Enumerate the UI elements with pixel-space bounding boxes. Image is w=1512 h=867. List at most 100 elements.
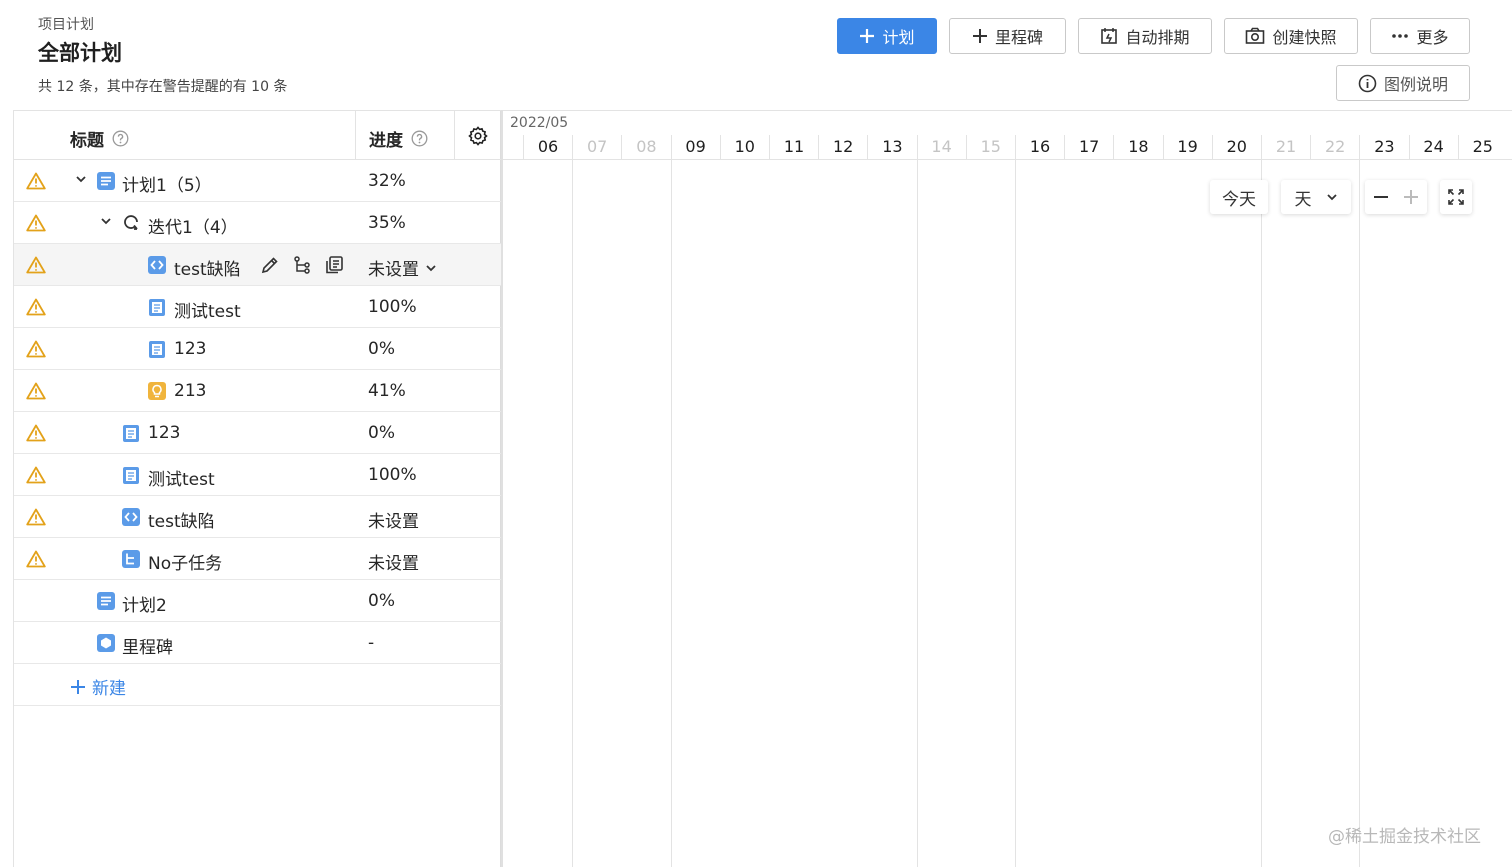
day-cell: 11 (769, 135, 818, 159)
plan-icon (97, 592, 115, 610)
new-item-button[interactable]: 新建 (70, 674, 126, 699)
table-row[interactable]: 里程碑 - (14, 622, 502, 664)
gantt-chart: 2022/05 5 060708091011121314151617181920… (501, 110, 1512, 867)
row-title[interactable]: No子任务 (148, 549, 222, 574)
gear-icon[interactable] (468, 126, 488, 146)
create-snapshot-button[interactable]: 创建快照 (1224, 18, 1358, 54)
zoom-out-icon[interactable] (1373, 189, 1389, 205)
table-row[interactable]: 计划2 0% (14, 580, 502, 622)
day-cell: 15 (965, 135, 1015, 159)
warning-icon (26, 466, 46, 484)
row-title[interactable]: 里程碑 (122, 633, 173, 658)
table-row[interactable]: test缺陷 未设置 (14, 244, 502, 286)
table-row[interactable]: 测试test 100% (14, 454, 502, 496)
row-progress: 未设置 (368, 554, 419, 574)
copy-icon[interactable] (324, 255, 344, 275)
plus-icon (860, 29, 875, 43)
bug-icon (122, 508, 140, 526)
row-title[interactable]: test缺陷 (148, 507, 215, 532)
help-icon[interactable] (411, 130, 428, 147)
add-plan-label: 计划 (882, 28, 915, 47)
auto-schedule-button[interactable]: 自动排期 (1078, 18, 1212, 54)
day-cell: 23 (1359, 135, 1408, 159)
legend-label: 图例说明 (1383, 75, 1448, 94)
task-icon (149, 341, 165, 358)
auto-schedule-label: 自动排期 (1125, 28, 1190, 47)
watermark: @稀土掘金技术社区 (1328, 827, 1481, 847)
column-title[interactable]: 标题 (70, 126, 129, 151)
day-cell: 21 (1261, 135, 1310, 159)
info-icon (1358, 74, 1377, 92)
zoom-controls (1365, 180, 1427, 214)
grid-line (916, 160, 918, 867)
row-title[interactable]: 计划1（5） (122, 171, 212, 196)
day-cell: 12 (818, 135, 867, 159)
task-icon (123, 425, 139, 442)
warning-icon (26, 340, 46, 358)
today-button[interactable]: 今天 (1210, 180, 1268, 214)
table-row[interactable]: 迭代1（4） 35% (14, 202, 502, 244)
column-progress[interactable]: 进度 (355, 111, 455, 159)
table-row[interactable]: 测试test 100% (14, 286, 502, 328)
fullscreen-icon (1448, 189, 1464, 205)
row-progress: 35% (368, 213, 406, 233)
chevron-down-icon[interactable] (425, 262, 437, 274)
row-title[interactable]: 测试test (148, 465, 215, 490)
warning-icon (26, 214, 46, 232)
chevron-down-icon[interactable] (75, 173, 87, 185)
day-cell: 18 (1113, 135, 1162, 159)
day-cell: 09 (670, 135, 720, 159)
gantt-timeline-header: 2022/05 5 060708091011121314151617181920… (503, 110, 1512, 160)
table-header: 标题 进度 (14, 110, 502, 160)
day-cell: 17 (1064, 135, 1113, 159)
plan-table: 标题 进度 计划1（5） 32% 迭代1（4） 35% test缺陷 未设置 测… (13, 110, 502, 867)
row-title[interactable]: 迭代1（4） (148, 213, 238, 238)
subtask-icon (122, 550, 140, 568)
table-row[interactable]: 213 41% (14, 370, 502, 412)
add-milestone-button[interactable]: 里程碑 (949, 18, 1066, 54)
new-item-label: 新建 (92, 679, 126, 699)
row-title[interactable]: 计划2 (122, 591, 167, 616)
day-cell: 22 (1310, 135, 1359, 159)
milestone-icon (97, 634, 115, 652)
table-row[interactable]: 123 0% (14, 328, 502, 370)
more-button[interactable]: 更多 (1370, 18, 1470, 54)
row-progress: 0% (368, 423, 395, 443)
table-row[interactable]: 计划1（5） 32% (14, 160, 502, 202)
day-cell: 19 (1162, 135, 1212, 159)
row-title[interactable]: 123 (174, 339, 206, 359)
edit-icon[interactable] (260, 255, 280, 275)
subtask-icon[interactable] (292, 255, 312, 275)
calendar-icon (1101, 28, 1118, 44)
grid-line (1015, 160, 1016, 867)
help-icon[interactable] (112, 130, 129, 147)
day-cell: 16 (1015, 135, 1064, 159)
row-progress: 未设置 (368, 512, 419, 532)
add-plan-button[interactable]: 计划 (837, 18, 937, 54)
legend-button[interactable]: 图例说明 (1336, 65, 1470, 101)
more-icon (1392, 34, 1409, 38)
warning-icon (26, 256, 46, 274)
idea-icon (148, 382, 166, 400)
row-progress: 0% (368, 591, 395, 611)
scale-select[interactable]: 天 (1281, 180, 1351, 214)
scale-label: 天 (1294, 189, 1312, 210)
row-title[interactable]: 213 (174, 381, 206, 401)
table-row[interactable]: No子任务 未设置 (14, 538, 502, 580)
day-partial: 5 (503, 135, 508, 159)
zoom-in-icon[interactable] (1403, 189, 1419, 205)
row-progress: 100% (368, 465, 417, 485)
grid-line (1261, 160, 1262, 867)
record-count: 共 12 条，其中存在警告提醒的有 10 条 (38, 79, 288, 95)
fullscreen-button[interactable] (1440, 180, 1472, 214)
table-row[interactable]: test缺陷 未设置 (14, 496, 502, 538)
row-progress[interactable]: 未设置 (368, 255, 437, 280)
row-title[interactable]: test缺陷 (174, 255, 241, 280)
month-label: 2022/05 (510, 115, 569, 131)
chevron-down-icon[interactable] (100, 215, 112, 227)
plus-icon (71, 679, 85, 694)
table-row[interactable]: 123 0% (14, 412, 502, 454)
today-label: 今天 (1222, 189, 1256, 210)
row-title[interactable]: 测试test (174, 297, 241, 322)
row-title[interactable]: 123 (148, 423, 180, 443)
